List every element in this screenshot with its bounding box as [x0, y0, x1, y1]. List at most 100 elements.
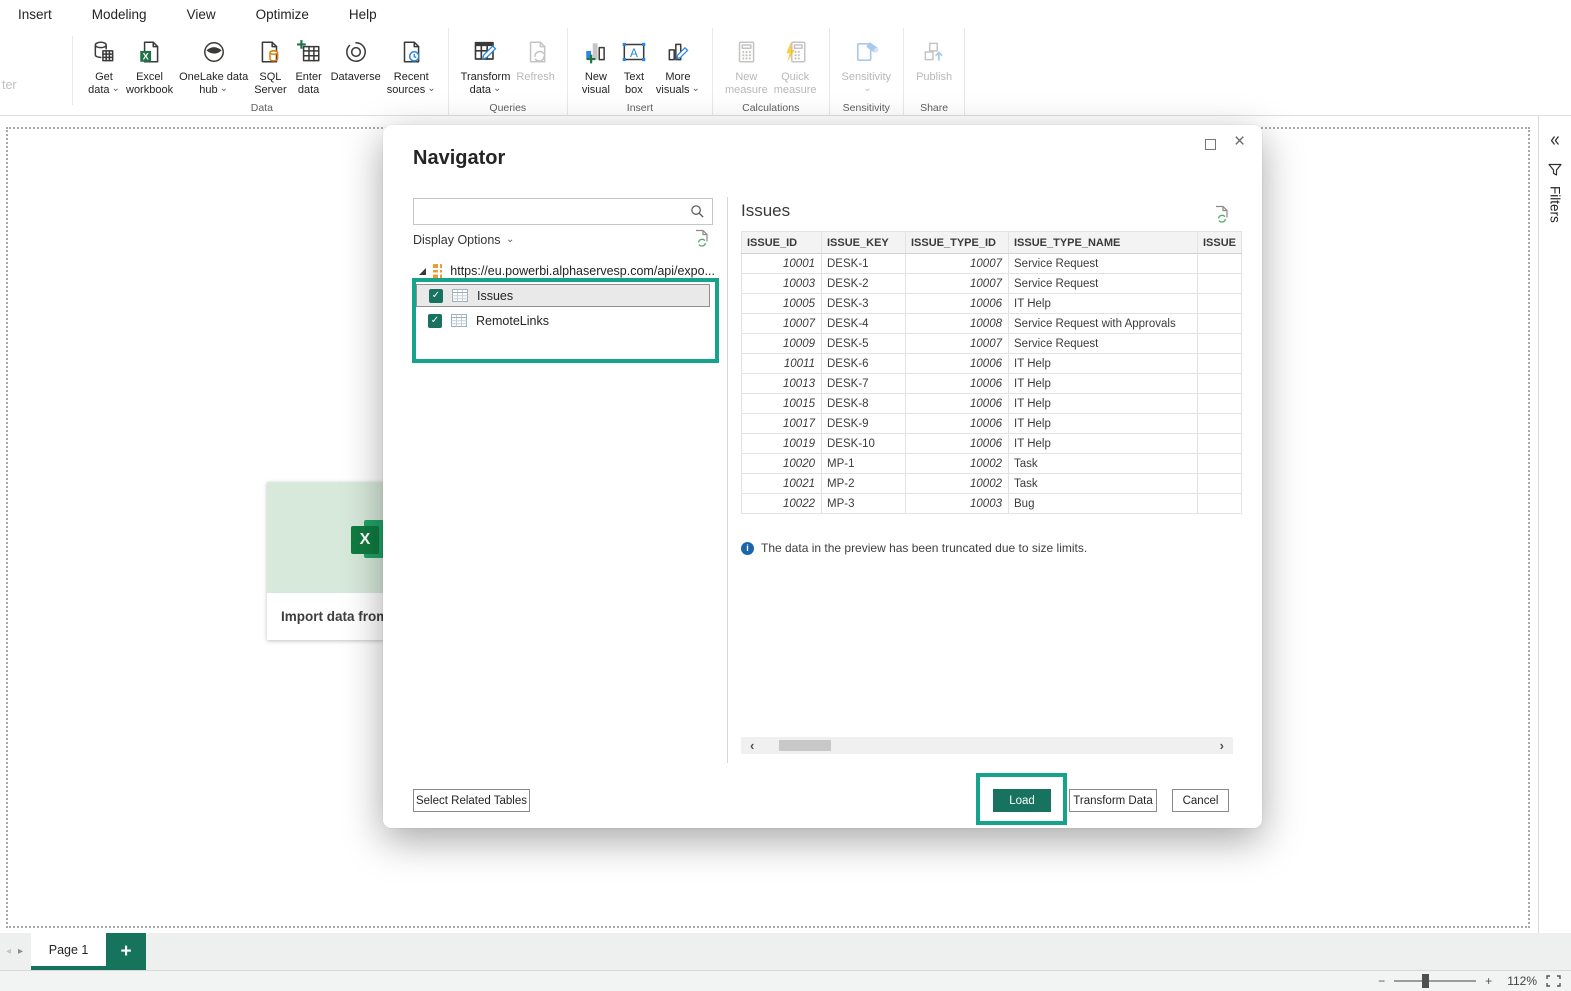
import-excel-card[interactable]: X Import data from [267, 482, 384, 640]
checkbox-checked-icon[interactable]: ✓ [429, 289, 443, 303]
menu-item-view[interactable]: View [187, 7, 216, 22]
preview-title: Issues [741, 201, 790, 221]
table-cell: MP-3 [822, 494, 906, 514]
expander-triangle-icon[interactable] [419, 268, 426, 275]
menu-item-modeling[interactable]: Modeling [92, 7, 147, 22]
table-cell: 10007 [742, 314, 822, 334]
menu-item-insert[interactable]: Insert [18, 7, 52, 22]
next-page-icon[interactable]: ▸ [18, 946, 23, 957]
table-cell: 10020 [742, 454, 822, 474]
checkbox-checked-icon[interactable]: ✓ [428, 314, 442, 328]
table-cell: DESK-4 [822, 314, 906, 334]
table-cell: 10022 [742, 494, 822, 514]
clipped-ribbon-label: ter [2, 78, 17, 92]
dataverse-button[interactable]: Dataverse [328, 33, 384, 85]
truncation-note: i The data in the preview has been trunc… [741, 541, 1087, 555]
sensitivity-button: Sensitivity [839, 33, 895, 98]
ribbon-group-label: Share [904, 102, 964, 114]
zoom-in-button[interactable]: + [1485, 974, 1492, 988]
excel-workbook-button[interactable]: X Excel workbook [123, 33, 176, 98]
table-row: 10005DESK-310006IT Help [742, 294, 1242, 314]
table-cell [1198, 254, 1242, 274]
text-box-button[interactable]: A Text box [615, 33, 653, 98]
cancel-button[interactable]: Cancel [1172, 789, 1229, 812]
fit-to-page-icon[interactable] [1546, 975, 1561, 987]
ribbon-group-sensitivity: Sensitivity Sensitivity [830, 28, 905, 115]
ribbon-group-calculations: New measure Quick measure Calculations [713, 28, 830, 115]
select-related-tables-button[interactable]: Select Related Tables [413, 789, 530, 812]
onelake-data-hub-button[interactable]: OneLake data hub [176, 33, 251, 98]
sql-server-button[interactable]: SQL Server [251, 33, 289, 98]
quick-measure-button: Quick measure [771, 33, 820, 98]
column-header: ISSUE_TYPE_NAME [1009, 232, 1198, 254]
table-cell: MP-1 [822, 454, 906, 474]
prev-page-icon: ◂ [6, 946, 11, 957]
table-cell [1198, 374, 1242, 394]
table-cell: 10001 [742, 254, 822, 274]
publish-button: Publish [913, 33, 955, 85]
display-options-dropdown[interactable]: Display Options [413, 233, 514, 247]
table-cell [1198, 294, 1242, 314]
recent-sources-button[interactable]: Recent sources [384, 33, 439, 98]
more-visuals-button[interactable]: More visuals [653, 33, 703, 98]
table-cell [1198, 434, 1242, 454]
table-cell [1198, 394, 1242, 414]
refresh-preview-icon[interactable] [1213, 205, 1230, 223]
horizontal-scrollbar[interactable]: ‹ › [741, 737, 1233, 754]
table-cell: DESK-2 [822, 274, 906, 294]
transform-data-button[interactable]: Transform data [458, 33, 514, 98]
maximize-icon[interactable] [1205, 139, 1216, 150]
info-icon: i [741, 542, 754, 555]
ribbon: ter Get data X Excel workbook OneLake da… [0, 28, 1571, 116]
new-visual-button[interactable]: New visual [577, 33, 615, 98]
zoom-slider-handle[interactable] [1422, 974, 1429, 988]
tree-item-remotelinks[interactable]: ✓ RemoteLinks [416, 309, 710, 332]
transform-data-button[interactable]: Transform Data [1069, 789, 1157, 812]
scrollbar-thumb[interactable] [779, 740, 831, 751]
table-cell: 10017 [742, 414, 822, 434]
sensitivity-icon [852, 34, 880, 70]
table-cell: 10006 [906, 374, 1009, 394]
chevron-down-icon [491, 84, 501, 96]
ribbon-group-queries: Transform data Refresh Queries [449, 28, 568, 115]
text-box-icon: A [620, 34, 648, 70]
table-cell: IT Help [1009, 374, 1198, 394]
table-cell: 10011 [742, 354, 822, 374]
table-cell [1198, 274, 1242, 294]
svg-text:X: X [142, 52, 149, 62]
menu-item-optimize[interactable]: Optimize [256, 7, 309, 22]
ribbon-group-insert: New visual A Text box More visuals Inser… [568, 28, 713, 115]
table-cell: 10003 [906, 494, 1009, 514]
menu-bar: Insert Modeling View Optimize Help [0, 0, 1571, 28]
table-cell: 10006 [906, 434, 1009, 454]
enter-data-button[interactable]: Enter data [290, 33, 328, 98]
pane-divider [727, 197, 728, 763]
column-header: ISSUE_KEY [822, 232, 906, 254]
tab-page-1[interactable]: Page 1 [31, 933, 106, 970]
transform-data-icon [472, 34, 500, 70]
table-cell [1198, 494, 1242, 514]
table-cell: IT Help [1009, 294, 1198, 314]
refresh-button: Refresh [513, 33, 558, 85]
expand-pane-icon[interactable]: « [1550, 128, 1559, 152]
zoom-slider[interactable] [1394, 980, 1476, 982]
tree-item-issues[interactable]: ✓ Issues [416, 284, 710, 307]
zoom-out-button[interactable]: − [1378, 974, 1385, 988]
table-cell [1198, 454, 1242, 474]
add-page-button[interactable]: + [106, 933, 146, 970]
close-icon[interactable]: × [1234, 131, 1245, 153]
filters-pane-label[interactable]: Filters [1548, 186, 1563, 223]
tree-source-node[interactable]: https://eu.powerbi.alphaservesp.com/api/… [413, 260, 715, 282]
menu-item-help[interactable]: Help [349, 7, 377, 22]
table-cell: DESK-3 [822, 294, 906, 314]
search-icon[interactable] [690, 204, 705, 219]
get-data-button[interactable]: Get data [85, 33, 123, 98]
refresh-icon [523, 34, 549, 70]
search-input[interactable] [414, 199, 690, 224]
refresh-source-icon[interactable] [693, 229, 710, 247]
scroll-right-icon[interactable]: › [1211, 739, 1233, 752]
scroll-left-icon[interactable]: ‹ [741, 739, 763, 752]
load-button[interactable]: Load [993, 789, 1051, 812]
get-data-icon [91, 34, 117, 70]
preview-table: ISSUE_IDISSUE_KEYISSUE_TYPE_IDISSUE_TYPE… [741, 231, 1242, 514]
